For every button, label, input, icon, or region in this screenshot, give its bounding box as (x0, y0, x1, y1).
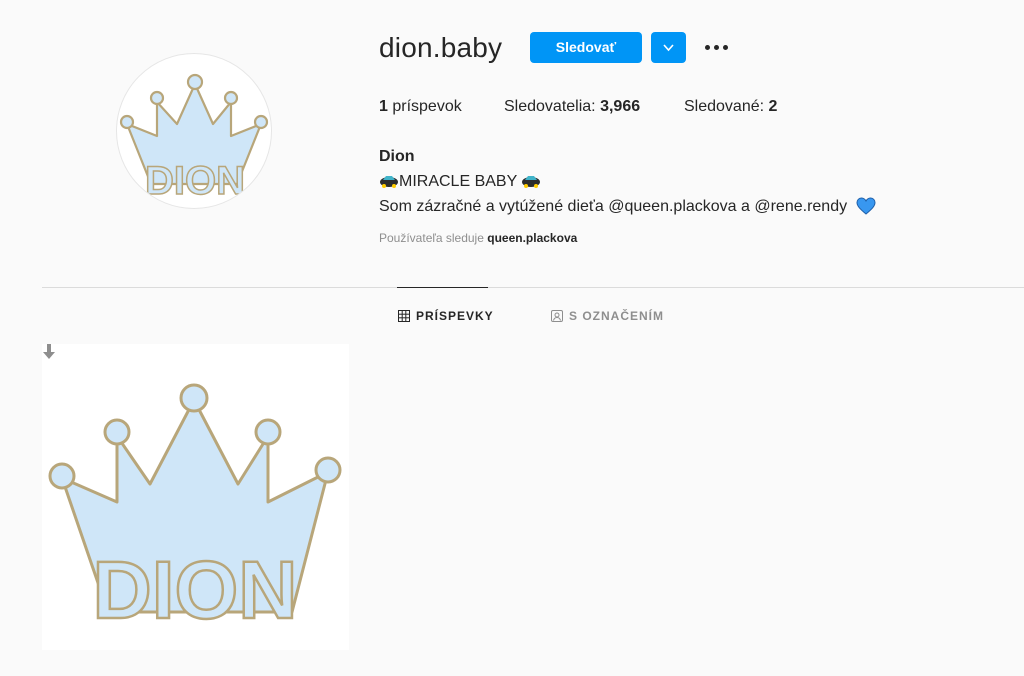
followed-by-text: Používateľa sleduje queen.plackova (379, 231, 578, 245)
tab-posts[interactable]: PRÍSPEVKY (398, 309, 494, 323)
tab-posts-label: PRÍSPEVKY (416, 309, 494, 323)
bio-line-1: MIRACLE BABY (379, 169, 876, 194)
tabs-divider (42, 287, 1024, 288)
chevron-down-icon (663, 44, 674, 52)
profile-bio: Dion MIRACLE BABY Som zázračné a vytúžen… (379, 144, 876, 219)
post-tile[interactable]: DION (42, 344, 349, 650)
blue-heart-icon (856, 197, 876, 215)
suggested-accounts-button[interactable] (651, 32, 686, 63)
following-stat[interactable]: Sledované: 2 (684, 98, 777, 116)
car-emoji-icon (522, 176, 541, 188)
post-logo-text: DION (93, 545, 298, 636)
grid-icon (398, 310, 410, 322)
bio-line-2: Som zázračné a vytúžené dieťa @queen.pla… (379, 194, 876, 219)
pinned-icon (43, 344, 55, 359)
profile-name: Dion (379, 148, 415, 165)
profile-username: dion.baby (379, 32, 503, 63)
crown-logo-icon: DION (119, 73, 269, 204)
followed-by-account-link[interactable]: queen.plackova (487, 231, 577, 245)
tab-tagged-label: S OZNAČENÍM (569, 309, 664, 323)
profile-avatar[interactable]: DION (116, 53, 272, 209)
tagged-icon (551, 310, 563, 322)
avatar-logo-text: DION (145, 159, 245, 203)
more-options-button[interactable] (703, 36, 731, 60)
tab-tagged[interactable]: S OZNAČENÍM (551, 309, 664, 323)
crown-logo-icon: DION (48, 383, 342, 637)
follow-button[interactable]: Sledovať (530, 32, 642, 63)
followers-stat[interactable]: Sledovatelia: 3,966 (504, 98, 640, 116)
active-tab-indicator (397, 287, 488, 288)
more-dots-icon (705, 45, 728, 50)
posts-count-stat: 1 príspevok (379, 98, 462, 115)
car-emoji-icon (380, 176, 398, 188)
